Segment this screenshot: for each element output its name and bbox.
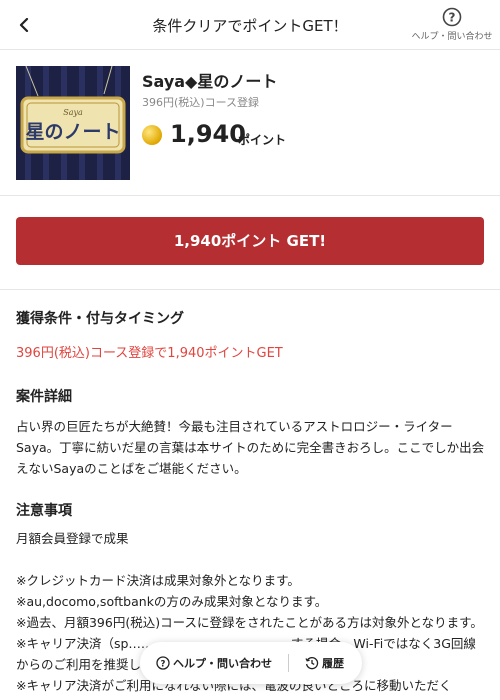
acquisition-title: 獲得条件・付与タイミング (16, 311, 184, 327)
coin-icon (142, 125, 162, 145)
floating-bottom-bar: ? ヘルプ・問い合わせ 履歴 (140, 642, 362, 684)
product-card: Saya 星のノート Saya◆星のノート 396円(税込)コース登録 1,94… (0, 50, 500, 196)
notes-line: 月額会員登録で成果 (16, 531, 129, 546)
product-condition: 396円(税込)コース登録 (142, 96, 260, 109)
product-thumbnail-art: Saya 星のノート (16, 66, 130, 180)
svg-text:?: ? (161, 659, 166, 669)
bottom-help-label: ヘルプ・問い合わせ (173, 657, 272, 670)
question-circle-icon: ? (442, 7, 462, 27)
history-clock-icon (305, 656, 319, 670)
question-circle-icon: ? (156, 656, 170, 670)
acquisition-text: 396円(税込)コース登録で1,940ポイントGET (16, 346, 283, 361)
bottom-bar-divider (288, 654, 289, 672)
thumb-title-text: 星のノート (25, 121, 120, 143)
get-points-button[interactable]: 1,940ポイント GET! (16, 217, 484, 265)
app-header: 条件クリアでポイントGET！ ? ヘルプ・問い合わせ (0, 0, 500, 50)
notes-line: ※過去、月額396円(税込)コースに登録をされたことがある方は対象外となります。 (16, 615, 483, 630)
notes-title: 注意事項 (16, 503, 72, 519)
help-label: ヘルプ・問い合わせ (411, 32, 493, 42)
back-button[interactable] (10, 11, 38, 39)
points-value: 1,940 (170, 120, 246, 148)
notes-line (16, 549, 486, 570)
details-title: 案件詳細 (16, 389, 72, 405)
cta-section: 1,940ポイント GET! (0, 196, 500, 290)
bottom-help-button[interactable]: ? ヘルプ・問い合わせ (156, 655, 272, 671)
help-button[interactable]: ? ヘルプ・問い合わせ (411, 7, 493, 45)
notes-line: ※au,docomo,softbankの方のみ成果対象となります。 (16, 594, 328, 609)
points-unit: ポイント (238, 133, 287, 147)
history-button[interactable]: 履歴 (305, 655, 344, 671)
svg-text:?: ? (449, 11, 456, 25)
details-text: 占い界の巨匠たちが大絶賛！今最も注目されているアストロロジー・ライターSaya。… (16, 419, 485, 476)
product-thumbnail[interactable]: Saya 星のノート (16, 66, 130, 180)
thumb-brand-text: Saya (63, 108, 83, 117)
history-label: 履歴 (322, 657, 344, 670)
product-name: Saya◆星のノート (142, 72, 278, 91)
chevron-left-icon (19, 18, 29, 32)
notes-line: ※クレジットカード決済は成果対象外となります。 (16, 573, 300, 588)
page-title: 条件クリアでポイントGET！ (152, 17, 348, 35)
